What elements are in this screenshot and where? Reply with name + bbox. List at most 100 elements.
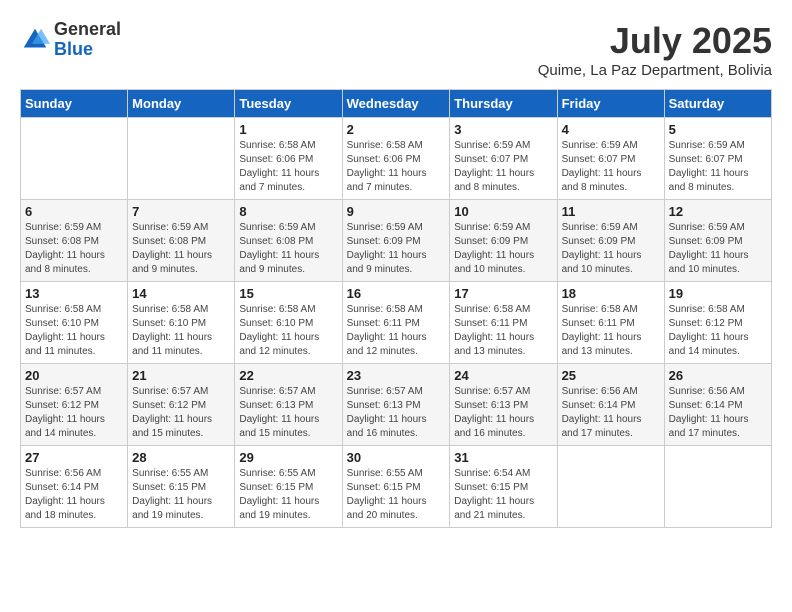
calendar-cell: 20Sunrise: 6:57 AM Sunset: 6:12 PM Dayli… [21, 364, 128, 446]
day-number: 8 [239, 204, 337, 219]
day-info: Sunrise: 6:58 AM Sunset: 6:10 PM Dayligh… [132, 303, 230, 359]
day-number: 18 [562, 286, 660, 301]
calendar-cell: 5Sunrise: 6:59 AM Sunset: 6:07 PM Daylig… [664, 118, 771, 200]
day-number: 15 [239, 286, 337, 301]
day-info: Sunrise: 6:59 AM Sunset: 6:09 PM Dayligh… [562, 221, 660, 277]
calendar-cell: 30 Sunrise: 6:55 AM Sunset: 6:15 PM Dayli… [342, 446, 450, 528]
day-number: 25 [562, 368, 660, 383]
calendar-cell: 1 Sunrise: 6:58 AM Sunset: 6:06 PM Daylig… [235, 118, 342, 200]
calendar-week-row: 1 Sunrise: 6:58 AM Sunset: 6:06 PM Daylig… [21, 118, 772, 200]
calendar-cell: 13 Sunrise: 6:58 AM Sunset: 6:10 PM Dayli… [21, 282, 128, 364]
day-number: 12 [669, 204, 767, 219]
logo-blue: Blue [54, 40, 121, 60]
day-info: Sunrise: 6:59 AM Sunset: 6:08 PM Dayligh… [25, 221, 123, 277]
day-number: 1 [239, 122, 337, 137]
day-number: 26 [669, 368, 767, 383]
day-number: 30 [347, 450, 446, 465]
calendar-cell: 7 Sunrise: 6:59 AM Sunset: 6:08 PM Daylig… [128, 200, 235, 282]
calendar-cell: 14Sunrise: 6:58 AM Sunset: 6:10 PM Dayli… [128, 282, 235, 364]
calendar-header-monday: Monday [128, 90, 235, 118]
day-info: Sunrise: 6:59 AM Sunset: 6:08 PM Dayligh… [132, 221, 230, 277]
calendar-cell: 4 Sunrise: 6:59 AM Sunset: 6:07 PM Daylig… [557, 118, 664, 200]
calendar-cell: 28Sunrise: 6:55 AM Sunset: 6:15 PM Dayli… [128, 446, 235, 528]
day-info: Sunrise: 6:58 AM Sunset: 6:10 PM Dayligh… [239, 303, 337, 359]
calendar-week-row: 6 Sunrise: 6:59 AM Sunset: 6:08 PM Daylig… [21, 200, 772, 282]
calendar-cell [557, 446, 664, 528]
day-info: Sunrise: 6:57 AM Sunset: 6:13 PM Dayligh… [454, 385, 552, 441]
day-info: Sunrise: 6:57 AM Sunset: 6:13 PM Dayligh… [347, 385, 446, 441]
day-info: Sunrise: 6:59 AM Sunset: 6:09 PM Dayligh… [454, 221, 552, 277]
calendar-week-row: 27 Sunrise: 6:56 AM Sunset: 6:14 PM Dayli… [21, 446, 772, 528]
calendar-cell: 25 Sunrise: 6:56 AM Sunset: 6:14 PM Dayli… [557, 364, 664, 446]
calendar-cell: 17 Sunrise: 6:58 AM Sunset: 6:11 PM Dayli… [450, 282, 557, 364]
calendar-header-sunday: Sunday [21, 90, 128, 118]
day-number: 29 [239, 450, 337, 465]
day-info: Sunrise: 6:57 AM Sunset: 6:13 PM Dayligh… [239, 385, 337, 441]
day-number: 24 [454, 368, 552, 383]
calendar-cell: 18 Sunrise: 6:58 AM Sunset: 6:11 PM Dayli… [557, 282, 664, 364]
day-info: Sunrise: 6:58 AM Sunset: 6:11 PM Dayligh… [454, 303, 552, 359]
calendar-cell: 2Sunrise: 6:58 AM Sunset: 6:06 PM Daylig… [342, 118, 450, 200]
day-number: 27 [25, 450, 123, 465]
day-number: 11 [562, 204, 660, 219]
calendar-cell: 26 Sunrise: 6:56 AM Sunset: 6:14 PM Dayli… [664, 364, 771, 446]
day-info: Sunrise: 6:58 AM Sunset: 6:10 PM Dayligh… [25, 303, 123, 359]
calendar-cell: 15 Sunrise: 6:58 AM Sunset: 6:10 PM Dayli… [235, 282, 342, 364]
month-title: July 2025 [538, 20, 772, 62]
day-info: Sunrise: 6:56 AM Sunset: 6:14 PM Dayligh… [25, 467, 123, 523]
day-number: 17 [454, 286, 552, 301]
calendar-header-friday: Friday [557, 90, 664, 118]
calendar-header-tuesday: Tuesday [235, 90, 342, 118]
calendar-cell: 9 Sunrise: 6:59 AM Sunset: 6:09 PM Daylig… [342, 200, 450, 282]
calendar-cell: 8 Sunrise: 6:59 AM Sunset: 6:08 PM Daylig… [235, 200, 342, 282]
logo-general: General [54, 20, 121, 40]
day-number: 7 [132, 204, 230, 219]
day-number: 23 [347, 368, 446, 383]
calendar-header-thursday: Thursday [450, 90, 557, 118]
calendar-cell: 3 Sunrise: 6:59 AM Sunset: 6:07 PM Daylig… [450, 118, 557, 200]
day-info: Sunrise: 6:58 AM Sunset: 6:06 PM Dayligh… [239, 139, 337, 195]
day-number: 21 [132, 368, 230, 383]
day-number: 13 [25, 286, 123, 301]
header: General Blue July 2025 Quime, La Paz Dep… [20, 20, 772, 79]
day-info: Sunrise: 6:59 AM Sunset: 6:07 PM Dayligh… [562, 139, 660, 195]
day-number: 4 [562, 122, 660, 137]
day-number: 31 [454, 450, 552, 465]
calendar-table: SundayMondayTuesdayWednesdayThursdayFrid… [20, 89, 772, 528]
calendar-cell: 11 Sunrise: 6:59 AM Sunset: 6:09 PM Dayli… [557, 200, 664, 282]
calendar-cell: 31 Sunrise: 6:54 AM Sunset: 6:15 PM Dayli… [450, 446, 557, 528]
calendar-week-row: 20Sunrise: 6:57 AM Sunset: 6:12 PM Dayli… [21, 364, 772, 446]
day-info: Sunrise: 6:59 AM Sunset: 6:08 PM Dayligh… [239, 221, 337, 277]
day-number: 28 [132, 450, 230, 465]
day-info: Sunrise: 6:56 AM Sunset: 6:14 PM Dayligh… [562, 385, 660, 441]
calendar-cell: 12 Sunrise: 6:59 AM Sunset: 6:09 PM Dayli… [664, 200, 771, 282]
calendar-week-row: 13 Sunrise: 6:58 AM Sunset: 6:10 PM Dayli… [21, 282, 772, 364]
calendar-cell [664, 446, 771, 528]
day-info: Sunrise: 6:58 AM Sunset: 6:06 PM Dayligh… [347, 139, 446, 195]
calendar-header-saturday: Saturday [664, 90, 771, 118]
calendar-cell: 24 Sunrise: 6:57 AM Sunset: 6:13 PM Dayli… [450, 364, 557, 446]
calendar-cell: 22Sunrise: 6:57 AM Sunset: 6:13 PM Dayli… [235, 364, 342, 446]
calendar-cell: 27 Sunrise: 6:56 AM Sunset: 6:14 PM Dayli… [21, 446, 128, 528]
day-info: Sunrise: 6:57 AM Sunset: 6:12 PM Dayligh… [25, 385, 123, 441]
day-info: Sunrise: 6:58 AM Sunset: 6:11 PM Dayligh… [562, 303, 660, 359]
day-info: Sunrise: 6:59 AM Sunset: 6:07 PM Dayligh… [454, 139, 552, 195]
day-number: 9 [347, 204, 446, 219]
calendar-cell: 21 Sunrise: 6:57 AM Sunset: 6:12 PM Dayli… [128, 364, 235, 446]
day-number: 3 [454, 122, 552, 137]
calendar-header-wednesday: Wednesday [342, 90, 450, 118]
day-info: Sunrise: 6:58 AM Sunset: 6:12 PM Dayligh… [669, 303, 767, 359]
calendar-cell: 10Sunrise: 6:59 AM Sunset: 6:09 PM Dayli… [450, 200, 557, 282]
calendar-cell [128, 118, 235, 200]
day-info: Sunrise: 6:57 AM Sunset: 6:12 PM Dayligh… [132, 385, 230, 441]
day-number: 6 [25, 204, 123, 219]
day-info: Sunrise: 6:54 AM Sunset: 6:15 PM Dayligh… [454, 467, 552, 523]
day-number: 19 [669, 286, 767, 301]
calendar-header-row: SundayMondayTuesdayWednesdayThursdayFrid… [21, 90, 772, 118]
day-info: Sunrise: 6:55 AM Sunset: 6:15 PM Dayligh… [347, 467, 446, 523]
day-info: Sunrise: 6:59 AM Sunset: 6:07 PM Dayligh… [669, 139, 767, 195]
day-info: Sunrise: 6:55 AM Sunset: 6:15 PM Dayligh… [239, 467, 337, 523]
day-info: Sunrise: 6:59 AM Sunset: 6:09 PM Dayligh… [669, 221, 767, 277]
day-info: Sunrise: 6:56 AM Sunset: 6:14 PM Dayligh… [669, 385, 767, 441]
day-info: Sunrise: 6:59 AM Sunset: 6:09 PM Dayligh… [347, 221, 446, 277]
